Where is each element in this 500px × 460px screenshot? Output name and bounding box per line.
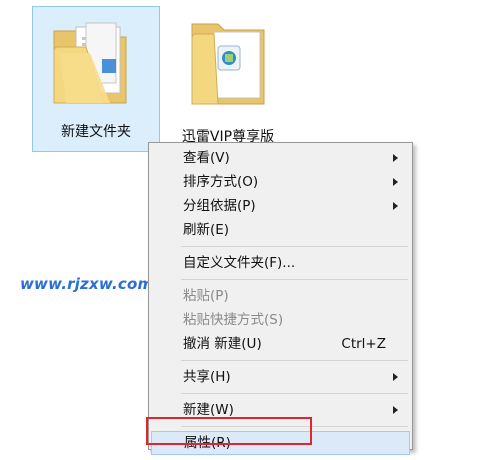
folder-with-documents-icon <box>53 22 127 104</box>
menu-item-view[interactable]: 查看(V) <box>151 146 410 170</box>
submenu-arrow-icon <box>393 202 398 210</box>
folder-new-folder[interactable]: 新建文件夹 <box>32 6 160 152</box>
menu-separator <box>181 393 408 394</box>
menu-item-label: 粘贴(P) <box>183 288 229 304</box>
menu-item-share[interactable]: 共享(H) <box>151 365 410 389</box>
menu-item-paste-shortcut: 粘贴快捷方式(S) <box>151 308 410 332</box>
menu-item-label: 刷新(E) <box>183 222 230 238</box>
submenu-arrow-icon <box>393 178 398 186</box>
menu-item-label: 新建(W) <box>183 402 234 418</box>
watermark-text: www.rjzxw.com <box>20 275 154 293</box>
menu-item-undo-new[interactable]: 撤消 新建(U) Ctrl+Z <box>151 332 410 356</box>
menu-item-customize-folder[interactable]: 自定义文件夹(F)... <box>151 251 410 275</box>
menu-separator <box>181 246 408 247</box>
menu-separator <box>181 360 408 361</box>
folder-xunlei-vip[interactable]: 迅雷VIP尊享版 <box>168 6 288 146</box>
menu-item-refresh[interactable]: 刷新(E) <box>151 218 410 242</box>
folder-label: 新建文件夹 <box>61 124 131 140</box>
menu-item-label: 自定义文件夹(F)... <box>183 255 296 271</box>
menu-item-label: 属性(R) <box>184 435 231 451</box>
menu-item-label: 查看(V) <box>183 150 230 166</box>
menu-item-group-by[interactable]: 分组依据(P) <box>151 194 410 218</box>
folder-with-app-icon <box>191 23 265 105</box>
menu-separator <box>181 279 408 280</box>
submenu-arrow-icon <box>393 406 398 414</box>
context-menu: 查看(V) 排序方式(O) 分组依据(P) 刷新(E) 自定义文件夹(F)...… <box>148 142 413 455</box>
menu-item-shortcut: Ctrl+Z <box>341 336 386 352</box>
menu-item-label: 排序方式(O) <box>183 174 259 190</box>
menu-item-sort-by[interactable]: 排序方式(O) <box>151 170 410 194</box>
menu-item-label: 粘贴快捷方式(S) <box>183 312 284 328</box>
menu-item-label: 共享(H) <box>183 369 231 385</box>
menu-separator <box>181 426 408 427</box>
menu-item-label: 分组依据(P) <box>183 198 256 214</box>
menu-item-paste: 粘贴(P) <box>151 284 410 308</box>
submenu-arrow-icon <box>393 373 398 381</box>
menu-item-new[interactable]: 新建(W) <box>151 398 410 422</box>
menu-item-label: 撤消 新建(U) <box>183 336 262 352</box>
submenu-arrow-icon <box>393 154 398 162</box>
menu-item-properties[interactable]: 属性(R) <box>151 431 410 455</box>
